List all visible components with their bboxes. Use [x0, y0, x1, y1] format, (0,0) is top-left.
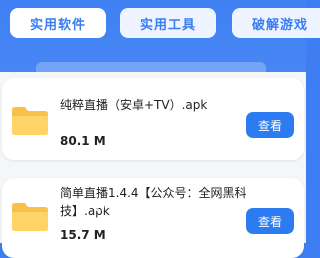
list-item[interactable]: 纯粹直播（安卓+TV）.apk 80.1 M 查看 — [2, 78, 304, 160]
folder-icon — [12, 107, 48, 135]
list-item[interactable]: 简单直播1.4.4【公众号：全网黑科 技】.apk 15.7 M 查看 — [2, 178, 304, 258]
view-button[interactable]: 查看 — [246, 208, 294, 234]
file-name: 纯粹直播（安卓+TV）.apk — [60, 98, 208, 112]
file-size: 80.1 M — [60, 134, 106, 148]
file-list: 纯粹直播（安卓+TV）.apk 80.1 M 查看 简单直播1.4.4【公众号：… — [0, 72, 306, 258]
tab-utility-tools[interactable]: 实用工具 — [120, 8, 216, 38]
file-name-line-1: 简单直播1.4.4【公众号：全网黑科 — [60, 186, 247, 200]
file-size: 15.7 M — [60, 228, 106, 242]
folder-icon — [12, 203, 48, 231]
tab-cracked-games[interactable]: 破解游戏 — [232, 8, 320, 38]
file-name-line-2: 技】.apk — [60, 204, 110, 218]
view-button[interactable]: 查看 — [246, 112, 294, 138]
tab-utility-software[interactable]: 实用软件 — [10, 8, 106, 38]
